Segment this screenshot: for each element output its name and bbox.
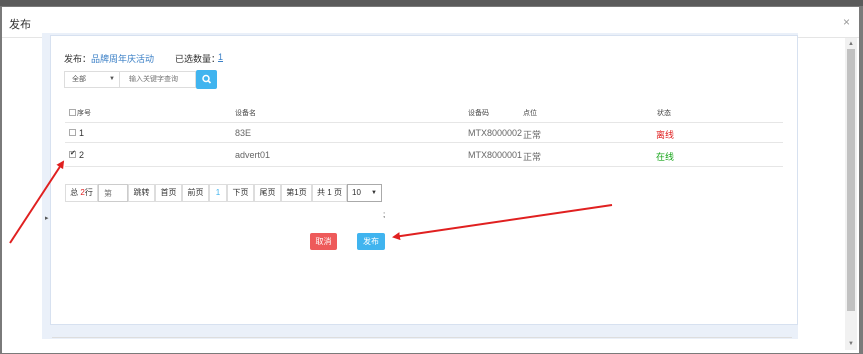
annotation-arrows (9, 160, 613, 244)
annotation-arrow-checkbox (9, 160, 65, 244)
annotation-arrow-publish (392, 204, 613, 241)
